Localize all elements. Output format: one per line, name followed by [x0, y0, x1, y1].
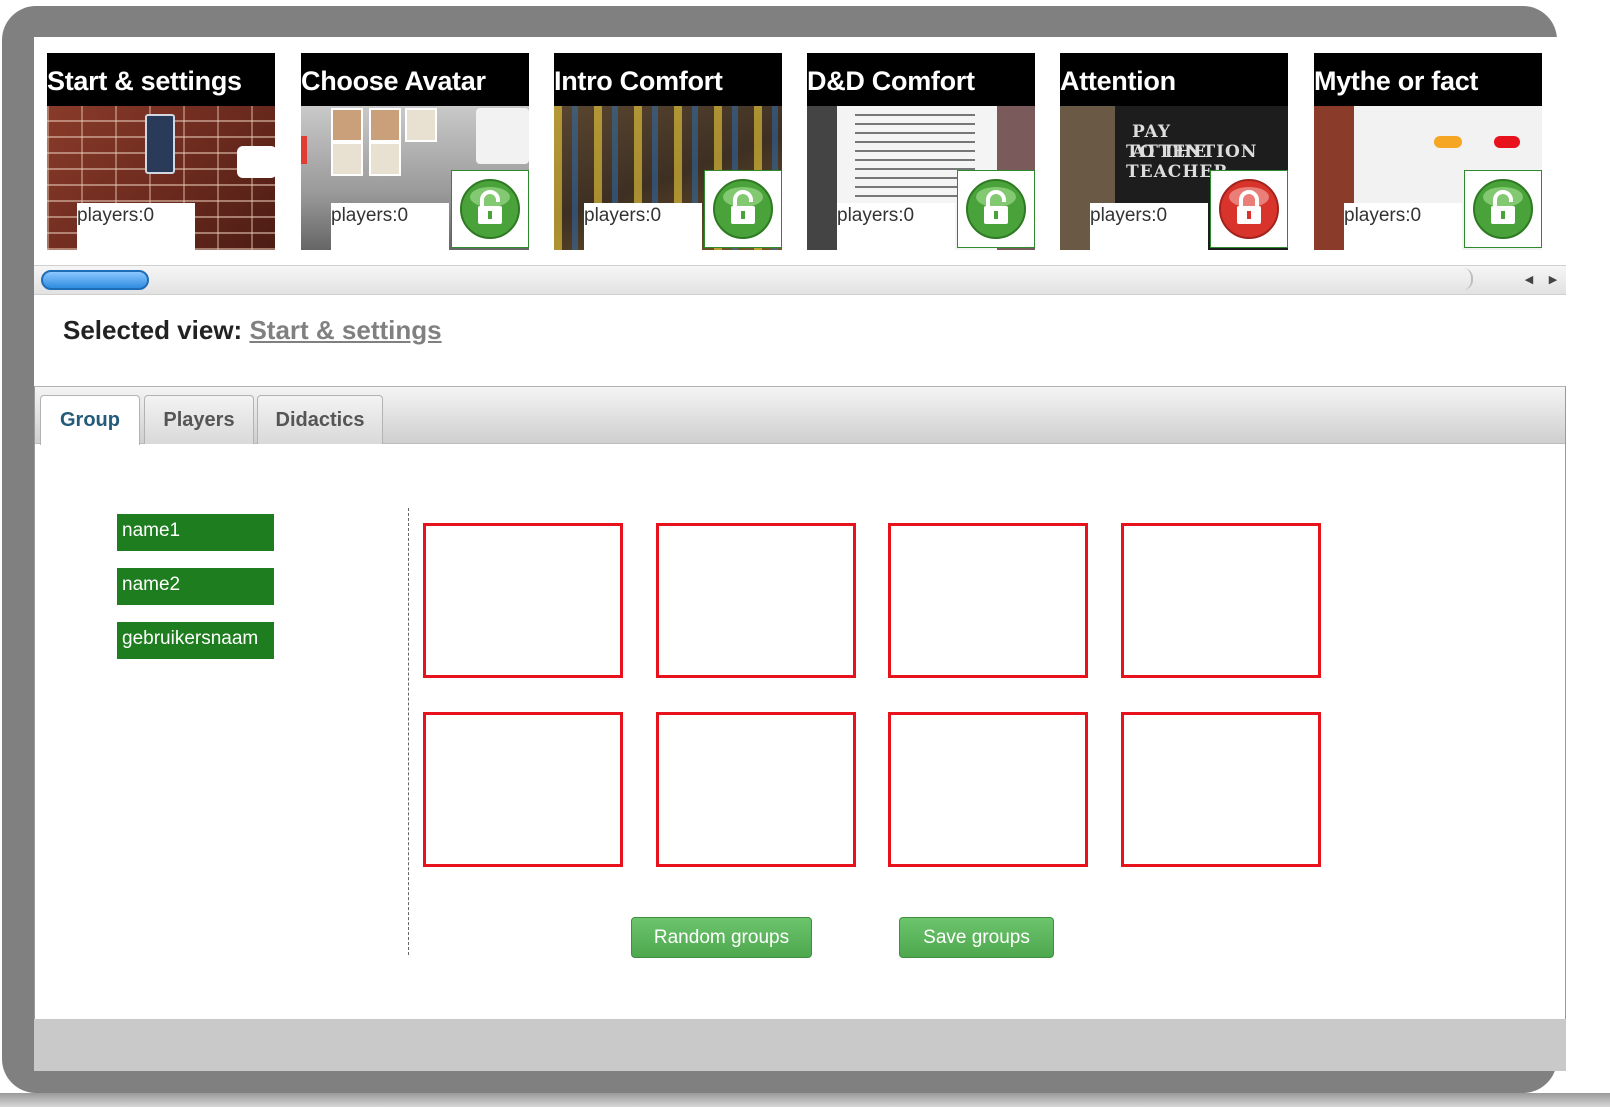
save-groups-button[interactable]: Save groups: [899, 917, 1054, 958]
view-card-title: Attention: [1060, 53, 1288, 106]
players-count: players:0: [837, 203, 955, 250]
group-drop-zone[interactable]: [888, 523, 1088, 678]
view-card-title: Start & settings: [47, 53, 275, 106]
mythe-chip: [1434, 136, 1462, 148]
unlocked-padlock-icon[interactable]: [704, 170, 782, 248]
tab-bar: Group Players Didactics: [35, 387, 1565, 445]
tab-didactics[interactable]: Didactics: [257, 395, 383, 444]
players-count: players:0: [584, 203, 702, 250]
form-panel: [476, 108, 529, 164]
fact-chip: [1494, 136, 1520, 148]
dashed-divider: [408, 508, 409, 955]
group-drop-zone[interactable]: [656, 712, 856, 867]
unlocked-padlock-icon[interactable]: [451, 170, 529, 248]
players-count: players:0: [331, 203, 449, 250]
avatar-option: [331, 108, 363, 142]
scroll-right-arrow-icon[interactable]: ▶: [1544, 270, 1562, 290]
tab-group[interactable]: Group: [40, 395, 140, 445]
scrollbar-thumb[interactable]: [41, 270, 149, 290]
view-card-choose-avatar[interactable]: Choose Avatar players:0: [301, 53, 529, 250]
view-card-attention[interactable]: Attention PAY ATTENTION TO THE TEACHER p…: [1060, 53, 1288, 250]
selected-view-link[interactable]: Start & settings: [249, 315, 441, 345]
name-chip[interactable]: gebruikersnaam: [117, 622, 274, 659]
view-card-title: Intro Comfort: [554, 53, 782, 106]
group-drop-zone[interactable]: [888, 712, 1088, 867]
speech-bubble: [237, 146, 275, 178]
name-chip[interactable]: name2: [117, 568, 274, 605]
view-card-title: Mythe or fact: [1314, 53, 1542, 106]
group-drop-zone[interactable]: [423, 712, 623, 867]
scrollbar-track-end: [1459, 268, 1473, 290]
avatar-option: [331, 142, 363, 176]
carousel-scrollbar[interactable]: ◀ ▶: [34, 265, 1566, 295]
players-count: players:0: [1344, 203, 1462, 250]
group-drop-zone[interactable]: [656, 523, 856, 678]
phone-booth-icon: [145, 114, 175, 174]
view-card-title: D&D Comfort: [807, 53, 1035, 106]
view-card-start-settings[interactable]: Start & settings players:0: [47, 53, 275, 250]
tab-panel: Group Players Didactics name1 name2 gebr…: [34, 386, 1566, 1023]
locked-padlock-icon[interactable]: [1210, 170, 1288, 248]
view-card-dd-comfort[interactable]: D&D Comfort players:0: [807, 53, 1035, 250]
view-card-intro-comfort[interactable]: Intro Comfort players:0: [554, 53, 782, 250]
unlocked-padlock-icon[interactable]: [957, 170, 1035, 248]
avatar-option: [369, 142, 401, 176]
avatar-option: [405, 108, 437, 142]
selected-view-label: Selected view:: [63, 315, 243, 345]
scroll-left-arrow-icon[interactable]: ◀: [1520, 270, 1538, 290]
name-chip[interactable]: name1: [117, 514, 274, 551]
group-drop-zone[interactable]: [1121, 523, 1321, 678]
tab-players[interactable]: Players: [144, 395, 254, 444]
view-card-mythe-or-fact[interactable]: Mythe or fact players:0: [1314, 53, 1542, 250]
selected-view: Selected view: Start & settings: [63, 315, 442, 346]
group-drop-zone[interactable]: [423, 523, 623, 678]
view-card-title: Choose Avatar: [301, 53, 529, 106]
unlocked-padlock-icon[interactable]: [1464, 170, 1542, 248]
avatar-option: [369, 108, 401, 142]
players-count: players:0: [77, 203, 195, 250]
app-screen: Start & settings players:0 Choose Avatar…: [34, 37, 1566, 1071]
view-carousel: Start & settings players:0 Choose Avatar…: [34, 37, 1566, 277]
bottom-shade: [0, 1093, 1610, 1107]
random-groups-button[interactable]: Random groups: [631, 917, 812, 958]
panel-footer-bar: [34, 1019, 1566, 1071]
side-tab-marker: [301, 136, 307, 164]
group-drop-zone[interactable]: [1121, 712, 1321, 867]
players-count: players:0: [1090, 203, 1208, 250]
